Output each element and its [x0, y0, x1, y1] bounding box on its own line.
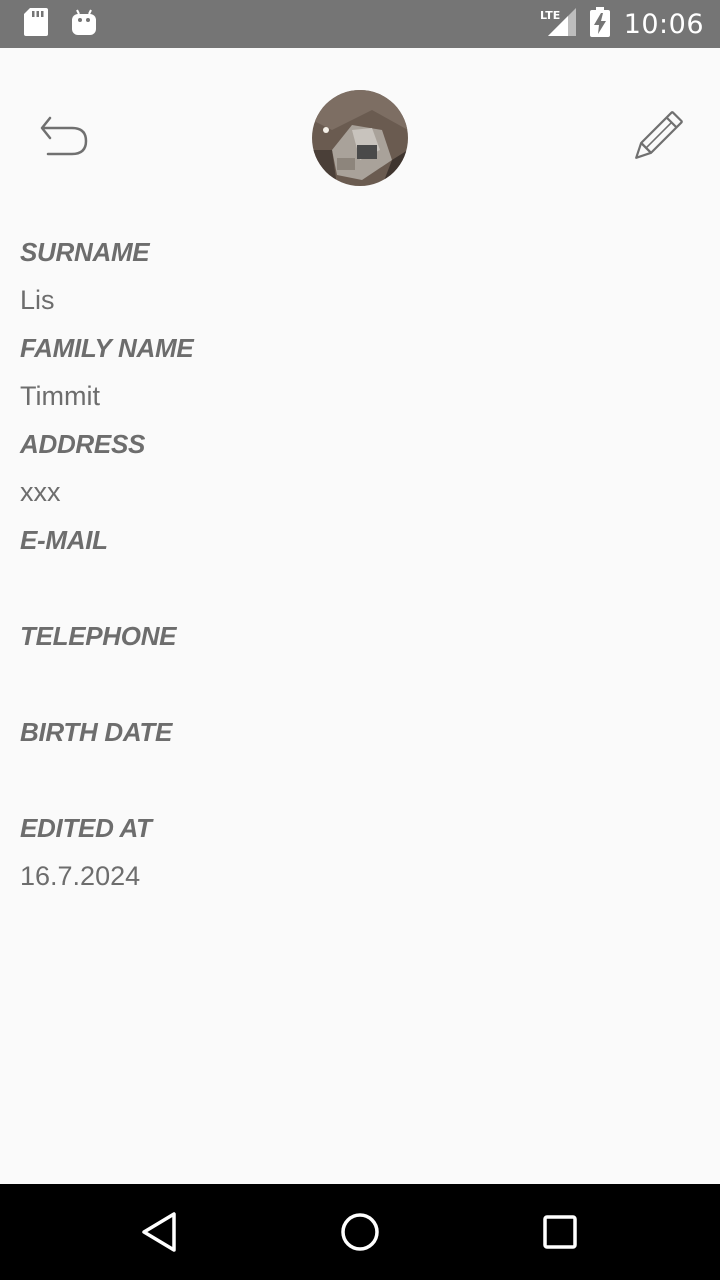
notification-icons: [24, 7, 96, 41]
nav-recents-button[interactable]: [536, 1208, 584, 1256]
android-icon: [72, 9, 96, 40]
nav-back-button[interactable]: [136, 1208, 184, 1256]
edited-at-label: EDITED AT: [20, 813, 152, 843]
contact-photo: [312, 90, 408, 186]
sd-card-icon: [24, 7, 48, 41]
surname-value: Lis: [20, 285, 55, 315]
telephone-value: [20, 660, 700, 708]
back-button[interactable]: [36, 110, 96, 166]
avatar[interactable]: [312, 90, 408, 186]
pencil-icon: [635, 111, 683, 159]
surname-label: SURNAME: [20, 237, 150, 267]
lte-signal-icon: LTE: [540, 6, 576, 43]
navigation-bar: [0, 1184, 720, 1280]
status-time: 10:06: [623, 8, 704, 40]
status-bar: LTE 10:06: [0, 0, 720, 48]
undo-arrow-icon: [40, 116, 88, 156]
contact-fields: SURNAME Lis FAMILY NAME Timmit ADDRESS x…: [20, 228, 700, 900]
edited-at-value: 16.7.2024: [20, 861, 141, 891]
telephone-label: TELEPHONE: [20, 621, 177, 651]
battery-charging-icon: [589, 6, 610, 42]
edit-button[interactable]: [624, 106, 688, 170]
email-label: E-MAIL: [20, 525, 108, 555]
network-type: LTE: [540, 9, 560, 22]
back-triangle-icon: [142, 1212, 176, 1252]
birth-date-label: BIRTH DATE: [20, 717, 173, 747]
address-label: ADDRESS: [20, 429, 146, 459]
family-name-label: FAMILY NAME: [20, 333, 194, 363]
email-value: [20, 564, 700, 612]
system-icons: LTE 10:06: [540, 6, 704, 42]
nav-home-button[interactable]: [336, 1208, 384, 1256]
birth-date-value: [20, 756, 700, 804]
contact-detail-screen: SURNAME Lis FAMILY NAME Timmit ADDRESS x…: [0, 48, 720, 1184]
family-name-value: Timmit: [20, 381, 100, 411]
address-value: xxx: [20, 477, 61, 507]
recents-square-icon: [543, 1215, 577, 1249]
home-circle-icon: [341, 1213, 379, 1251]
